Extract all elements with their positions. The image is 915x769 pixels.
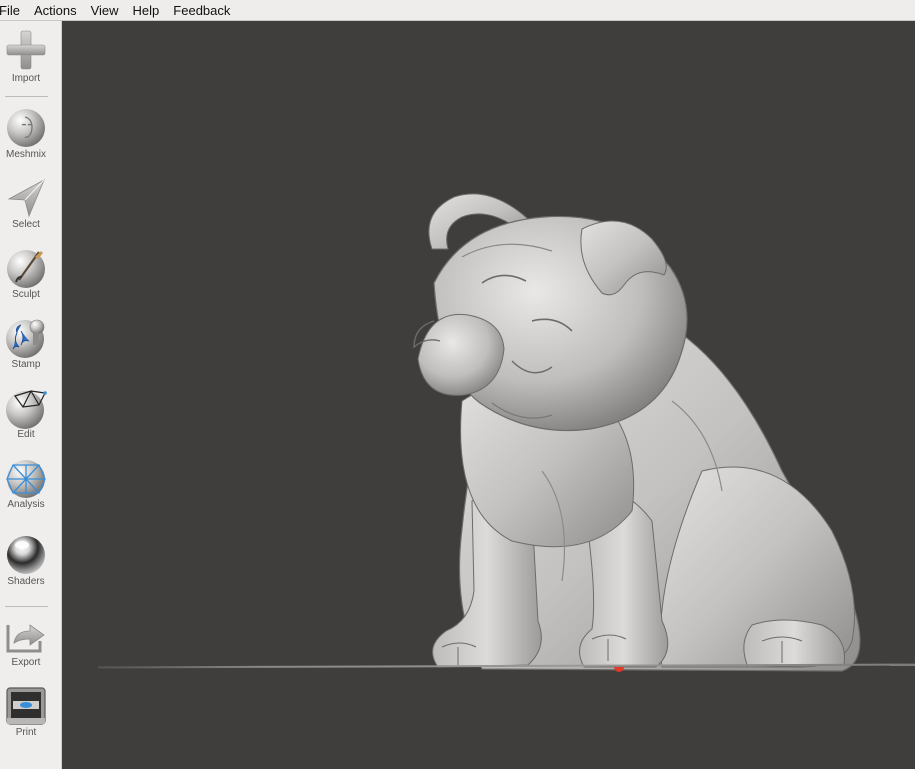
- printer-icon: [6, 687, 46, 725]
- meshmix-tool[interactable]: Meshmix: [0, 107, 52, 161]
- print-tool[interactable]: Print: [0, 685, 52, 739]
- import-tool[interactable]: Import: [0, 29, 52, 85]
- select-arrow-icon: [7, 179, 45, 218]
- sculpt-label: Sculpt: [12, 289, 40, 300]
- print-label: Print: [15, 727, 37, 738]
- menu-bar: File Actions View Help Feedback: [0, 0, 915, 21]
- meshmix-head-icon: [7, 109, 45, 147]
- menu-help[interactable]: Help: [133, 3, 168, 18]
- stamp-label: Stamp: [11, 359, 41, 370]
- bulldog-model[interactable]: [62, 21, 915, 769]
- meshmix-label: Meshmix: [5, 149, 46, 160]
- separator: [5, 96, 48, 97]
- edit-mesh-icon: [6, 390, 47, 429]
- shaders-label: Shaders: [7, 576, 45, 587]
- edit-tool[interactable]: Edit: [0, 387, 52, 441]
- analysis-tool[interactable]: Analysis: [0, 457, 52, 511]
- export-tool[interactable]: Export: [0, 615, 52, 669]
- sculpt-brush-icon: [7, 250, 45, 288]
- select-tool[interactable]: Select: [0, 177, 52, 231]
- analysis-label: Analysis: [7, 499, 45, 510]
- 3d-viewport[interactable]: [62, 21, 915, 769]
- menu-actions[interactable]: Actions: [34, 3, 85, 18]
- tool-sidebar: Import Meshmix Select Sculpt Stamp Edit …: [0, 21, 62, 769]
- menu-feedback[interactable]: Feedback: [173, 3, 238, 18]
- plus-icon: [6, 30, 46, 70]
- import-label: Import: [11, 73, 41, 84]
- analysis-mesh-icon: [6, 460, 46, 498]
- export-icon: [6, 624, 45, 653]
- shader-sphere-icon: [7, 536, 45, 574]
- sculpt-tool[interactable]: Sculpt: [0, 247, 52, 301]
- stamp-icon: [6, 319, 45, 358]
- export-label: Export: [11, 657, 41, 668]
- edit-label: Edit: [17, 429, 35, 440]
- menu-file[interactable]: File: [0, 3, 28, 18]
- stamp-tool[interactable]: Stamp: [0, 317, 52, 371]
- menu-view[interactable]: View: [91, 3, 127, 18]
- select-label: Select: [12, 219, 40, 230]
- shaders-tool[interactable]: Shaders: [0, 534, 52, 588]
- separator: [5, 606, 48, 607]
